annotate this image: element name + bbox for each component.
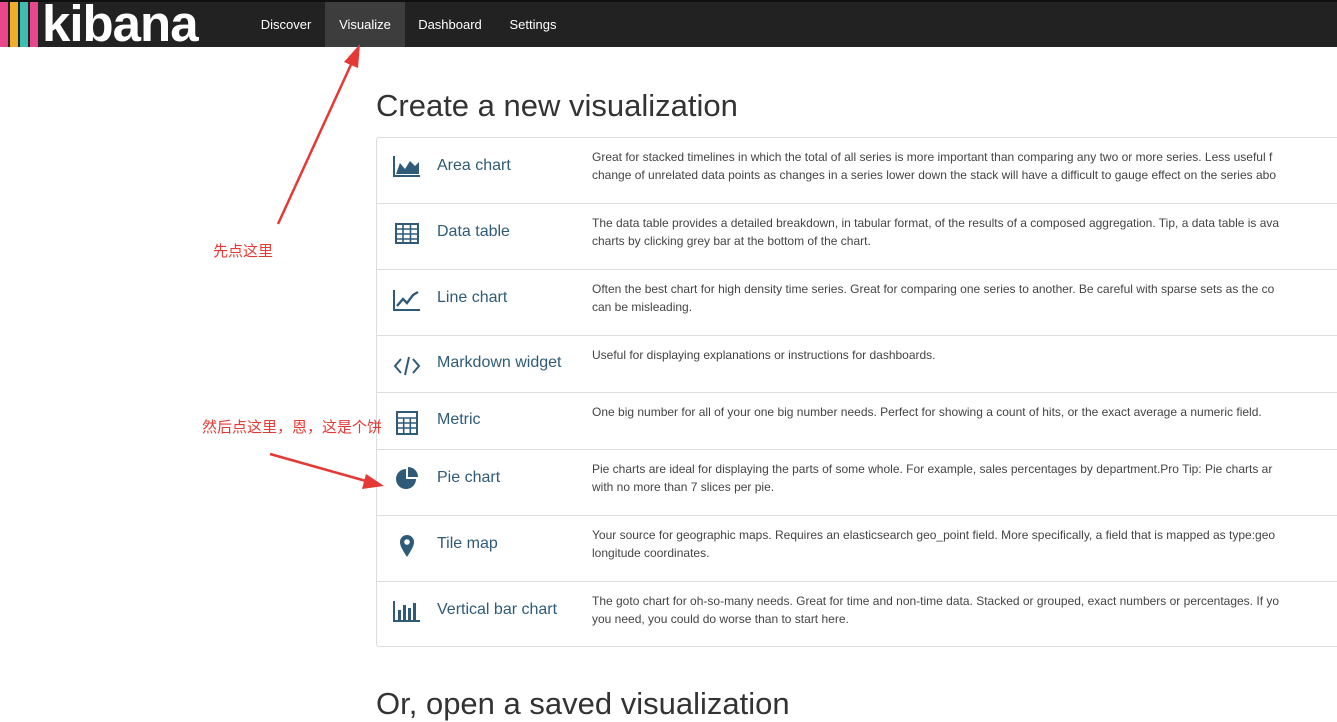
area-chart-icon: [392, 153, 422, 179]
annotation-arrow-line: [276, 57, 356, 225]
vis-item-label: Line chart: [437, 289, 508, 306]
saved-visualizations-heading: Or, open a saved visualization: [376, 686, 790, 721]
line-chart-icon: [392, 287, 422, 313]
vis-item-label: Metric: [437, 411, 481, 428]
vis-item-description: Your source for geographic maps. Require…: [592, 528, 1276, 560]
vis-item-description: The data table provides a detailed break…: [592, 216, 1280, 248]
table-icon: [392, 221, 422, 247]
logo-bar: [30, 2, 38, 47]
vis-item-vertical-bar-chart[interactable]: Vertical bar chart The goto chart for oh…: [377, 582, 1337, 648]
vis-item-description: One big number for all of your one big n…: [592, 405, 1262, 419]
logo-bar: [20, 2, 28, 47]
vis-item-description: The goto chart for oh-so-many needs. Gre…: [592, 594, 1280, 626]
annotation-arrow-line: [269, 452, 367, 483]
calculator-icon: [392, 410, 422, 436]
vis-item-label: Vertical bar chart: [437, 601, 558, 618]
vis-item-tile-map[interactable]: Tile map Your source for geographic maps…: [377, 516, 1337, 582]
visualization-type-list: Area chart Great for stacked timelines i…: [376, 137, 1337, 647]
vis-item-label: Area chart: [437, 157, 511, 174]
vis-item-description: Great for stacked timelines in which the…: [592, 150, 1276, 182]
annotation-note-click-visualize: 先点这里: [213, 243, 274, 260]
nav-settings[interactable]: Settings: [494, 2, 572, 47]
pie-chart-icon: [392, 466, 422, 492]
logo-bar: [10, 2, 18, 47]
nav-discover[interactable]: Discover: [248, 2, 324, 47]
map-marker-icon: [392, 533, 422, 559]
page-title: Create a new visualization: [376, 88, 738, 123]
vis-item-description: Pie charts are ideal for displaying the …: [592, 462, 1273, 494]
vis-item-metric[interactable]: Metric One big number for all of your on…: [377, 393, 1337, 450]
vis-item-description: Useful for displaying explanations or in…: [592, 348, 936, 362]
vis-item-label: Markdown widget: [437, 354, 562, 371]
vis-item-label: Pie chart: [437, 469, 501, 486]
vis-item-description: Often the best chart for high density ti…: [592, 282, 1275, 314]
nav-visualize[interactable]: Visualize: [325, 2, 405, 47]
vis-item-line-chart[interactable]: Line chart Often the best chart for high…: [377, 270, 1337, 336]
annotation-note-click-pie: 然后点这里，恩，这是个饼: [202, 419, 383, 436]
annotation-arrowhead: [344, 44, 360, 68]
bar-chart-icon: [392, 598, 422, 624]
top-navbar: kibana Discover Visualize Dashboard Sett…: [0, 0, 1337, 52]
kibana-logo[interactable]: kibana: [0, 0, 228, 52]
code-icon: [392, 353, 422, 379]
vis-item-pie-chart[interactable]: Pie chart Pie charts are ideal for displ…: [377, 450, 1337, 516]
vis-item-markdown-widget[interactable]: Markdown widget Useful for displaying ex…: [377, 336, 1337, 393]
vis-item-area-chart[interactable]: Area chart Great for stacked timelines i…: [377, 138, 1337, 204]
logo-bar: [0, 2, 8, 47]
vis-item-label: Data table: [437, 223, 510, 240]
nav-dashboard[interactable]: Dashboard: [406, 2, 494, 47]
vis-item-label: Tile map: [437, 535, 498, 552]
vis-item-data-table[interactable]: Data table The data table provides a det…: [377, 204, 1337, 270]
logo-text: kibana: [42, 0, 199, 52]
